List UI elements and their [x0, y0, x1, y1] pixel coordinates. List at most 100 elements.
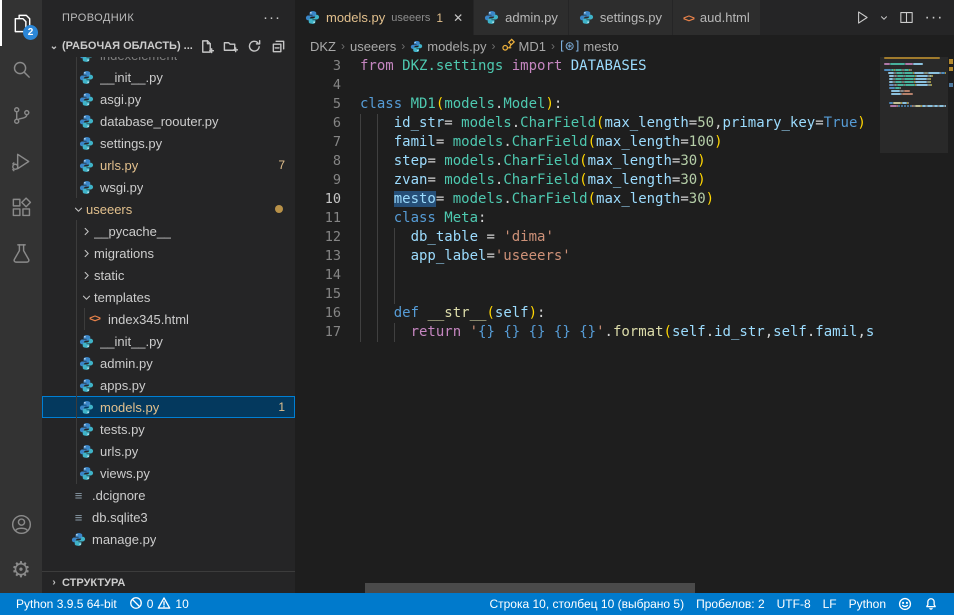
refresh-icon[interactable] — [245, 37, 263, 55]
code-line-5[interactable]: 5class MD1(models.Model): — [295, 95, 880, 114]
breadcrumb-item-models-py[interactable]: models.py — [410, 39, 486, 54]
tree-item--pycache-[interactable]: __pycache__ — [42, 220, 295, 242]
html-icon: <> — [89, 313, 100, 325]
status-python-version[interactable]: Python 3.9.5 64-bit — [10, 593, 123, 615]
breadcrumb-item-dkz[interactable]: DKZ — [310, 39, 336, 54]
tree-item-migrations[interactable]: migrations — [42, 242, 295, 264]
tree-item-index345-html[interactable]: <> index345.html — [42, 308, 295, 330]
minimap-segment — [889, 87, 896, 89]
code-line-13[interactable]: 13 app_label='useeers' — [295, 247, 880, 266]
collapse-all-icon[interactable] — [269, 37, 287, 55]
horizontal-scrollbar[interactable] — [365, 583, 695, 593]
outline-section-header[interactable]: › СТРУКТУРА — [42, 571, 295, 593]
tree-item-models-py[interactable]: models.py1 — [42, 396, 295, 418]
breadcrumb-item-mesto[interactable]: [⊛]mesto — [560, 39, 619, 54]
breadcrumb-item-useeers[interactable]: useeers — [350, 39, 396, 54]
tree-item--dcignore[interactable]: ≡.dcignore — [42, 484, 295, 506]
minimap-segment — [904, 72, 913, 74]
tree-item--init-py[interactable]: __init__.py — [42, 330, 295, 352]
tree-item--init-py[interactable]: __init__.py — [42, 66, 295, 88]
tree-item-asgi-py[interactable]: asgi.py — [42, 88, 295, 110]
line-number: 4 — [295, 76, 341, 95]
code-line-15[interactable]: 15 — [295, 285, 880, 304]
activity-testing[interactable] — [0, 230, 42, 276]
new-file-icon[interactable] — [197, 37, 215, 55]
tree-item-urls-py[interactable]: urls.py7 — [42, 154, 295, 176]
tree-item-apps-py[interactable]: apps.py — [42, 374, 295, 396]
tree-item-label: index345.html — [108, 312, 189, 327]
tree-item-db-sqlite3[interactable]: ≡db.sqlite3 — [42, 506, 295, 528]
code-line-text: return '{} {} {} {} {}'.format(self.id_s… — [360, 323, 880, 342]
code-line-17[interactable]: 17 return '{} {} {} {} {}'.format(self.i… — [295, 323, 880, 342]
activity-account[interactable] — [0, 501, 42, 547]
code-line-12[interactable]: 12 db_table = 'dima' — [295, 228, 880, 247]
line-number: 8 — [295, 152, 341, 171]
tab-aud-html[interactable]: <>aud.html — [673, 0, 761, 35]
tree-item-settings-py[interactable]: settings.py — [42, 132, 295, 154]
indent-guide — [360, 266, 361, 285]
code-token — [571, 324, 579, 340]
breadcrumb-item-md1[interactable]: MD1 — [501, 38, 546, 55]
minimap[interactable] — [880, 57, 948, 593]
tree-item-urls-py[interactable]: urls.py — [42, 440, 295, 462]
tree-item-label: __init__.py — [100, 334, 163, 349]
code-line-6[interactable]: 6 id_str= models.CharField(max_length=50… — [295, 114, 880, 133]
indent-guide — [360, 285, 361, 304]
minimap-segment — [902, 93, 912, 95]
tree-item-database-roouter-py[interactable]: database_roouter.py — [42, 110, 295, 132]
status-eol[interactable]: LF — [817, 593, 843, 615]
code-line-4[interactable]: 4 — [295, 76, 880, 95]
tree-item-useeers[interactable]: useeers — [42, 198, 295, 220]
code-line-14[interactable]: 14 — [295, 266, 880, 285]
code-line-9[interactable]: 9 zvan= models.CharField(max_length=30) — [295, 171, 880, 190]
tree-item-static[interactable]: static — [42, 264, 295, 286]
tree-item-admin-py[interactable]: admin.py — [42, 352, 295, 374]
status-feedback[interactable] — [892, 593, 918, 615]
more-actions-button[interactable]: ··· — [922, 6, 946, 30]
tree-item-templates[interactable]: templates — [42, 286, 295, 308]
tree-item-wsgi-py[interactable]: wsgi.py — [42, 176, 295, 198]
code-token: . — [706, 324, 714, 340]
code-line-7[interactable]: 7 famil= models.CharField(max_length=100… — [295, 133, 880, 152]
tab-admin-py[interactable]: admin.py — [474, 0, 569, 35]
new-folder-icon[interactable] — [221, 37, 239, 55]
status-language-mode[interactable]: Python — [843, 593, 892, 615]
run-button[interactable] — [850, 6, 874, 30]
code-token: {} — [529, 324, 546, 340]
code-line-8[interactable]: 8 step= models.CharField(max_length=30) — [295, 152, 880, 171]
tree-item-label: apps.py — [100, 378, 146, 393]
code-line-11[interactable]: 11 class Meta: — [295, 209, 880, 228]
activity-source-control[interactable] — [0, 92, 42, 138]
activity-search[interactable] — [0, 46, 42, 92]
breadcrumb-label: MD1 — [519, 39, 546, 54]
status-encoding[interactable]: UTF-8 — [771, 593, 817, 615]
status-indentation[interactable]: Пробелов: 2 — [690, 593, 771, 615]
tree-item-tests-py[interactable]: tests.py — [42, 418, 295, 440]
views-more-icon[interactable]: ··· — [263, 9, 281, 26]
activity-explorer[interactable]: 2 — [0, 0, 42, 46]
status-cursor-position[interactable]: Строка 10, столбец 10 (выбрано 5) — [483, 593, 690, 615]
minimap-segment — [930, 81, 931, 83]
code-editor[interactable]: 3from DKZ.settings import DATABASES45cla… — [295, 57, 954, 593]
indent-guide — [377, 152, 378, 171]
tree-item-indexelement[interactable]: indexelement — [42, 57, 295, 66]
tree-item-manage-py[interactable]: manage.py — [42, 528, 295, 550]
tree-item-views-py[interactable]: views.py — [42, 462, 295, 484]
code-token: = — [436, 134, 453, 150]
code-line-3[interactable]: 3from DKZ.settings import DATABASES — [295, 57, 880, 76]
tab-models-py[interactable]: models.pyuseeers1✕ — [295, 0, 474, 35]
close-icon[interactable]: ✕ — [453, 11, 463, 25]
indent-guide — [377, 266, 378, 285]
tab-settings-py[interactable]: settings.py — [569, 0, 673, 35]
workspace-section-header[interactable]: ⌄ (РАБОЧАЯ ОБЛАСТЬ) ... — [42, 35, 295, 57]
code-line-10[interactable]: 10 mesto= models.CharField(max_length=30… — [295, 190, 880, 209]
status-notifications[interactable] — [918, 593, 944, 615]
code-line-text — [360, 76, 880, 95]
run-dropdown-button[interactable] — [878, 6, 890, 30]
split-editor-button[interactable] — [894, 6, 918, 30]
activity-settings[interactable]: ⚙ — [0, 547, 42, 593]
activity-run-debug[interactable] — [0, 138, 42, 184]
status-problems[interactable]: 010 — [123, 593, 195, 615]
code-line-16[interactable]: 16 def __str__(self): — [295, 304, 880, 323]
activity-extensions[interactable] — [0, 184, 42, 230]
